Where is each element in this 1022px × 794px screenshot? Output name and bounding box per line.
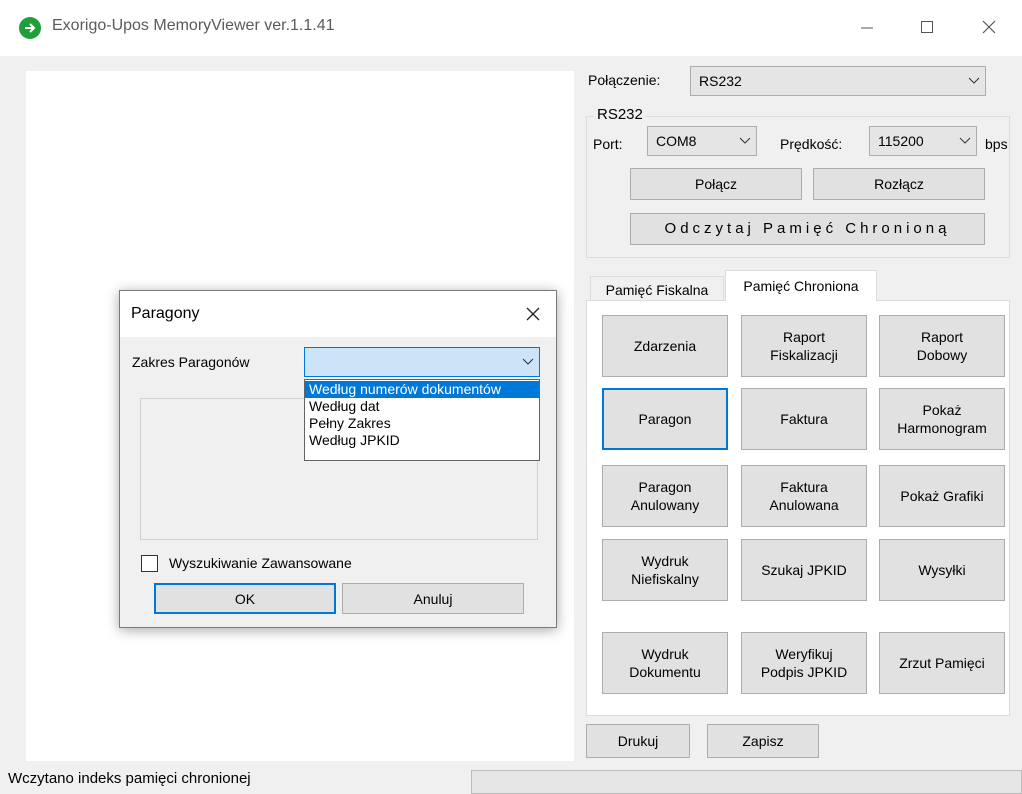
document-printout-button[interactable]: Wydruk Dokumentu: [602, 632, 728, 694]
connect-button[interactable]: Połącz: [630, 168, 802, 200]
fiscalization-report-button[interactable]: Raport Fiskalizacji: [741, 315, 867, 377]
print-button[interactable]: Drukuj: [586, 724, 690, 758]
search-jpkid-button[interactable]: Szukaj JPKID: [741, 539, 867, 601]
minimize-button[interactable]: [852, 12, 882, 42]
cancel-button[interactable]: Anuluj: [342, 583, 524, 614]
dropdown-option-by-date[interactable]: Według dat: [305, 398, 539, 415]
dropdown-option-full-range[interactable]: Pełny Zakres: [305, 415, 539, 432]
dialog-close-icon[interactable]: [518, 300, 548, 328]
dropdown-option-by-document-number[interactable]: Według numerów dokumentów: [305, 381, 539, 398]
connection-select[interactable]: RS232: [690, 66, 986, 96]
tab-protected-memory[interactable]: Pamięć Chroniona: [725, 270, 877, 301]
memory-dump-button[interactable]: Zrzut Pamięci: [879, 632, 1005, 694]
dialog-title: Paragony: [131, 305, 200, 322]
receipt-button[interactable]: Paragon: [602, 388, 728, 450]
port-label: Port:: [593, 136, 623, 152]
window-title: Exorigo-Upos MemoryViewer ver.1.1.41: [52, 17, 335, 34]
show-graphics-button[interactable]: Pokaż Grafiki: [879, 465, 1005, 527]
speed-value: 115200: [878, 133, 924, 149]
chevron-down-icon: [517, 348, 539, 376]
advanced-search-checkbox[interactable]: [141, 555, 158, 572]
title-bar: Exorigo-Upos MemoryViewer ver.1.1.41: [0, 0, 1022, 56]
close-button[interactable]: [974, 12, 1004, 42]
tab-fiscal-memory[interactable]: Pamięć Fiskalna: [590, 276, 724, 303]
status-progress-bar: [471, 770, 1022, 794]
disconnect-button[interactable]: Rozłącz: [813, 168, 985, 200]
shipments-button[interactable]: Wysyłki: [879, 539, 1005, 601]
advanced-search-label: Wyszukiwanie Zawansowane: [169, 555, 352, 571]
read-protected-memory-button[interactable]: Odczytaj Pamięć Chronioną: [630, 213, 985, 245]
receipts-dialog: Paragony Zakres Paragonów Według numerów…: [119, 290, 557, 628]
dialog-title-bar: Paragony: [120, 291, 556, 337]
invoice-button[interactable]: Faktura: [741, 388, 867, 450]
ok-button[interactable]: OK: [154, 583, 336, 614]
receipt-range-label: Zakres Paragonów: [132, 354, 250, 370]
receipt-range-select[interactable]: [304, 347, 540, 377]
connection-value: RS232: [699, 73, 742, 89]
chevron-down-icon: [954, 127, 976, 155]
chevron-down-icon: [734, 127, 756, 155]
speed-label: Prędkość:: [780, 136, 843, 152]
speed-select[interactable]: 115200: [869, 126, 977, 156]
connection-label: Połączenie:: [588, 72, 661, 88]
app-logo-icon: [19, 17, 41, 39]
status-text: Wczytano indeks pamięci chronionej: [8, 770, 251, 787]
chevron-down-icon: [963, 67, 985, 95]
port-value: COM8: [656, 133, 697, 149]
show-schedule-button[interactable]: Pokaż Harmonogram: [879, 388, 1005, 450]
events-button[interactable]: Zdarzenia: [602, 315, 728, 377]
daily-report-button[interactable]: Raport Dobowy: [879, 315, 1005, 377]
port-select[interactable]: COM8: [647, 126, 757, 156]
verify-jpkid-signature-button[interactable]: Weryfikuj Podpis JPKID: [741, 632, 867, 694]
cancelled-receipt-button[interactable]: Paragon Anulowany: [602, 465, 728, 527]
rs232-group-label: RS232: [594, 106, 646, 123]
cancelled-invoice-button[interactable]: Faktura Anulowana: [741, 465, 867, 527]
non-fiscal-printout-button[interactable]: Wydruk Niefiskalny: [602, 539, 728, 601]
dropdown-option-by-jpkid[interactable]: Według JPKID: [305, 432, 539, 449]
speed-unit-label: bps: [985, 136, 1008, 152]
save-button[interactable]: Zapisz: [707, 724, 819, 758]
receipt-range-dropdown: Według numerów dokumentów Według dat Peł…: [304, 379, 540, 461]
maximize-button[interactable]: [912, 12, 942, 42]
